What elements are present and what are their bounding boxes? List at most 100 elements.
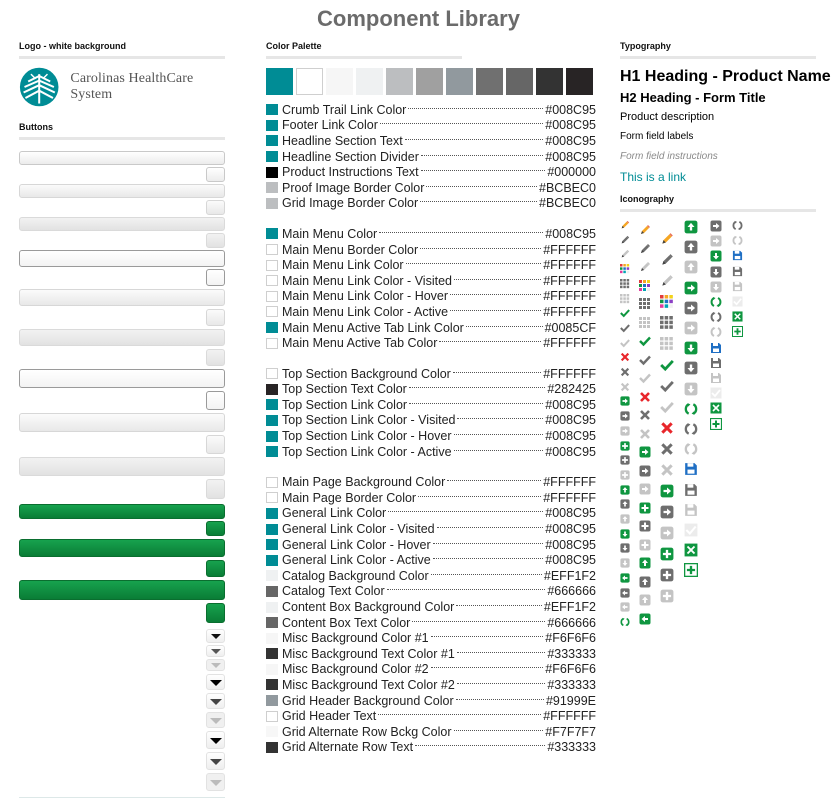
dropdown-arrow-button[interactable]: [206, 629, 225, 643]
dropdown-arrow-button[interactable]: [206, 674, 225, 690]
color-chip: [266, 570, 278, 582]
green-button-small[interactable]: [206, 603, 225, 623]
gray-button-small[interactable]: [206, 391, 225, 410]
color-hex-value: #008C95: [545, 413, 596, 428]
dot-leader: [379, 231, 544, 233]
gray-button-wide[interactable]: [19, 329, 225, 346]
color-chip: [266, 507, 278, 519]
palette-icon: [639, 298, 651, 310]
color-name: Headline Section Divider: [282, 149, 419, 164]
gray-button-wide[interactable]: [19, 184, 225, 198]
green-button-small[interactable]: [206, 521, 225, 536]
arrow-left-icon: [639, 613, 651, 625]
gray-button-small[interactable]: [206, 233, 225, 248]
color-name: Main Menu Link Color: [282, 258, 404, 273]
dropdown-arrow-button[interactable]: [206, 712, 225, 728]
color-chip: [266, 554, 278, 566]
button-samples: [19, 151, 225, 798]
color-row: Main Page Border Color #FFFFFF: [266, 490, 596, 506]
arrow-right-icon: [639, 465, 651, 477]
refresh-icon: [684, 422, 698, 436]
color-row: Catalog Text Color #666666: [266, 584, 596, 600]
link-sample[interactable]: This is a link: [620, 170, 837, 184]
dot-leader: [409, 402, 544, 404]
arrow-right-icon: [660, 484, 674, 498]
pencil-icon: [660, 232, 674, 246]
gray-button-small[interactable]: [206, 349, 225, 366]
arrow-right-icon: [684, 301, 698, 315]
dropdown-arrow-button[interactable]: [206, 659, 225, 671]
color-chip: [266, 166, 278, 178]
color-row: Grid Alternate Row Bckg Color #F7F7F7: [266, 724, 596, 740]
gray-button-small[interactable]: [206, 269, 225, 286]
gray-button-wide[interactable]: [19, 250, 225, 267]
gray-button-wide[interactable]: [19, 369, 225, 388]
color-row: Product Instructions Text #000000: [266, 164, 596, 180]
color-row: Headline Section Text #008C95: [266, 133, 596, 149]
color-name: Grid Alternate Row Bckg Color: [282, 724, 452, 739]
refresh-icon: [732, 235, 743, 246]
dropdown-arrow-button[interactable]: [206, 752, 225, 770]
section-divider: [266, 56, 462, 59]
gray-button-wide[interactable]: [19, 151, 225, 165]
color-swatch: [416, 68, 443, 95]
gray-button-wide[interactable]: [19, 413, 225, 432]
plus-icon: [660, 547, 674, 561]
color-row: Misc Background Color #1 #F6F6F6: [266, 630, 596, 646]
dot-leader: [430, 573, 542, 575]
iconography-section-heading: Iconography: [620, 194, 675, 204]
color-name: Main Menu Link Color - Active: [282, 304, 449, 319]
gray-button-wide[interactable]: [19, 289, 225, 306]
chevron-down-icon: [211, 634, 221, 639]
gray-button-small[interactable]: [206, 167, 225, 182]
refresh-icon: [684, 402, 698, 416]
x-icon: [660, 463, 674, 477]
color-chip: [266, 710, 278, 722]
color-chip: [266, 585, 278, 597]
gray-button-wide[interactable]: [19, 457, 225, 476]
dropdown-arrow-button[interactable]: [206, 645, 225, 657]
green-button-wide[interactable]: [19, 504, 225, 519]
color-name: General Link Color - Active: [282, 553, 431, 568]
gray-button-small[interactable]: [206, 479, 225, 499]
color-row: General Link Color - Active #008C95: [266, 552, 596, 568]
color-chip: [266, 492, 278, 504]
pencil-icon: [620, 235, 630, 245]
color-chip: [266, 476, 278, 488]
save-icon: [710, 342, 722, 354]
color-row: Top Section Background Color #FFFFFF: [266, 366, 596, 382]
color-name: Catalog Text Color: [282, 584, 385, 599]
green-button-wide[interactable]: [19, 539, 225, 557]
color-name: General Link Color - Visited: [282, 522, 435, 537]
arrow-down-icon: [684, 341, 698, 355]
add-box-icon: [732, 326, 743, 338]
color-row: Misc Background Text Color #2 #333333: [266, 677, 596, 693]
gray-button-small[interactable]: [206, 435, 225, 454]
arrow-down-icon: [620, 529, 630, 539]
green-button-wide[interactable]: [19, 580, 225, 600]
swap-icon: [684, 543, 698, 557]
arrow-down-icon: [620, 558, 630, 568]
arrow-right-icon: [684, 281, 698, 295]
section-divider: [620, 56, 816, 59]
dropdown-arrow-button[interactable]: [206, 731, 225, 749]
color-chip: [266, 119, 278, 131]
dot-leader: [450, 309, 542, 311]
plus-icon: [660, 589, 674, 603]
x-icon: [620, 352, 630, 362]
green-button-small[interactable]: [206, 560, 225, 577]
arrow-up-icon: [620, 485, 630, 495]
check-box-icon: [710, 387, 722, 399]
dropdown-arrow-button[interactable]: [206, 693, 225, 709]
dot-leader: [388, 511, 544, 513]
palette-icon: [620, 278, 630, 289]
gray-button-small[interactable]: [206, 200, 225, 215]
color-name: Grid Header Text: [282, 709, 377, 724]
field-label-sample: Form field labels: [620, 131, 694, 142]
dropdown-arrow-button[interactable]: [206, 773, 225, 791]
gray-button-small[interactable]: [206, 309, 225, 326]
color-row: Main Page Background Color #FFFFFF: [266, 474, 596, 490]
gray-button-wide[interactable]: [19, 217, 225, 231]
color-hex-value: #91999E: [545, 693, 596, 708]
color-name: Misc Background Color #1: [282, 631, 429, 646]
